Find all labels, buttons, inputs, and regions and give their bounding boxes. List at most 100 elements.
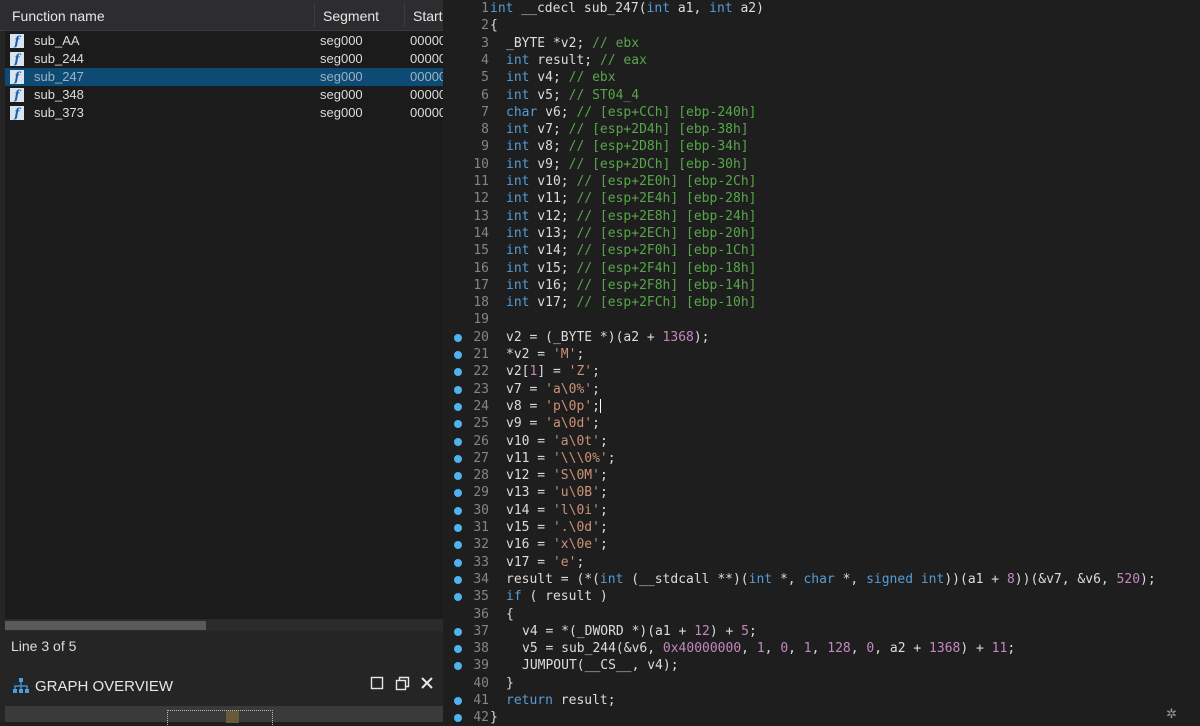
code-text: int v17; // [esp+2FCh] [ebp-10h] (506, 294, 756, 311)
code-line[interactable]: 33 v17 = 'e'; (443, 554, 1200, 571)
breakpoint-dot[interactable] (454, 593, 462, 602)
breakpoint-dot[interactable] (454, 575, 462, 584)
breakpoint-dot[interactable] (454, 420, 462, 429)
float-button[interactable] (391, 676, 413, 696)
code-line[interactable]: 32 v16 = 'x\0e'; (443, 536, 1200, 553)
code-line[interactable]: 3 _BYTE *v2; // ebx (443, 35, 1200, 52)
column-function-name[interactable]: Function name (12, 8, 105, 24)
breakpoint-dot[interactable] (454, 714, 462, 723)
code-line[interactable]: 41 return result; (443, 692, 1200, 709)
code-line[interactable]: 26 v10 = 'a\0t'; (443, 433, 1200, 450)
code-line[interactable]: 13 int v12; // [esp+2E8h] [ebp-24h] (443, 208, 1200, 225)
function-row[interactable]: f sub_AA seg000 00000 (5, 32, 443, 50)
code-token: , (788, 641, 804, 657)
line-status: Line 3 of 5 (11, 638, 77, 654)
column-divider[interactable] (404, 3, 405, 27)
graph-viewport-frame[interactable] (167, 710, 273, 725)
breakpoint-dot[interactable] (454, 333, 462, 342)
column-segment[interactable]: Segment (323, 8, 379, 24)
breakpoint-dot[interactable] (454, 697, 462, 705)
comment-token: // [esp+2F8h] [ebp-14h] (576, 277, 757, 293)
code-token: __cdecl sub_247( (513, 1, 647, 16)
code-text: v8 = 'p\0p'; (506, 398, 601, 415)
code-line[interactable]: 10 int v9; // [esp+2DCh] [ebp-30h] (443, 156, 1200, 173)
code-line[interactable]: 1 int __cdecl sub_247(int a1, int a2) (443, 0, 1200, 17)
code-line[interactable]: 29 v13 = 'u\0B'; (443, 484, 1200, 501)
breakpoint-dot[interactable] (454, 385, 462, 394)
breakpoint-dot[interactable] (454, 368, 462, 377)
code-token: { (490, 18, 498, 34)
code-line[interactable]: 16 int v15; // [esp+2F4h] [ebp-18h] (443, 260, 1200, 277)
code-line[interactable]: 39 JUMPOUT(__CS__, v4); (443, 657, 1200, 674)
maximize-button[interactable] (366, 676, 388, 696)
code-line[interactable]: 17 int v16; // [esp+2F8h] [ebp-14h] (443, 277, 1200, 294)
functions-list[interactable]: f sub_AA seg000 00000 f sub_244 seg000 00000 f su… (5, 31, 443, 619)
breakpoint-dot[interactable] (454, 627, 462, 636)
graph-overview-canvas[interactable] (5, 706, 443, 725)
code-text: v13 = 'u\0B'; (506, 484, 608, 501)
code-line[interactable]: 5 int v4; // ebx (443, 69, 1200, 86)
function-row[interactable]: f sub_244 seg000 00000 (5, 50, 443, 68)
breakpoint-dot[interactable] (454, 402, 462, 411)
function-start: 00000 (410, 105, 443, 120)
code-token: v15; (529, 260, 577, 276)
column-start[interactable]: Start (413, 8, 443, 24)
code-line[interactable]: 6 int v5; // ST04_4 (443, 87, 1200, 104)
column-divider[interactable] (314, 3, 315, 27)
code-line[interactable]: 22 v2[1] = 'Z'; (443, 363, 1200, 380)
comment-token: // ST04_4 (568, 87, 640, 103)
breakpoint-dot[interactable] (454, 351, 462, 359)
code-line[interactable]: 31 v15 = '.\0d'; (443, 519, 1200, 536)
code-line[interactable]: 11 int v10; // [esp+2E0h] [ebp-2Ch] (443, 173, 1200, 190)
breakpoint-dot[interactable] (454, 454, 462, 463)
code-line[interactable]: 7 char v6; // [esp+CCh] [ebp-240h] (443, 104, 1200, 121)
code-line[interactable]: 38 v5 = sub_244(&v6, 0x40000000, 1, 0, 1,… (443, 640, 1200, 657)
code-line[interactable]: 18 int v17; // [esp+2FCh] [ebp-10h] (443, 294, 1200, 311)
code-line[interactable]: 23 v7 = 'a\0%'; (443, 381, 1200, 398)
code-line[interactable]: 2{ (443, 17, 1200, 34)
code-line[interactable]: 25 v9 = 'a\0d'; (443, 415, 1200, 432)
breakpoint-dot[interactable] (454, 472, 462, 481)
breakpoint-dot[interactable] (454, 489, 462, 498)
code-line[interactable]: 14 int v13; // [esp+2ECh] [ebp-20h] (443, 225, 1200, 242)
breakpoint-dot[interactable] (454, 506, 462, 515)
code-line[interactable]: 40} (443, 675, 1200, 692)
horizontal-scrollbar[interactable] (5, 619, 443, 631)
code-line[interactable]: 15 int v14; // [esp+2F0h] [ebp-1Ch] (443, 242, 1200, 259)
breakpoint-dot[interactable] (454, 645, 462, 654)
function-row[interactable]: f sub_348 seg000 00000 (5, 86, 443, 104)
code-line[interactable]: 21 *v2 = 'M'; (443, 346, 1200, 363)
function-row[interactable]: f sub_373 seg000 00000 (5, 104, 443, 122)
breakpoint-dot[interactable] (454, 558, 462, 567)
string-token: 'p\0p' (545, 398, 593, 414)
code-text: } (490, 709, 498, 726)
code-line[interactable]: 19 (443, 311, 1200, 328)
code-line[interactable]: 4 int result; // eax (443, 52, 1200, 69)
close-button[interactable] (416, 676, 438, 696)
breakpoint-dot[interactable] (454, 541, 462, 550)
code-line[interactable]: 42} (443, 709, 1200, 726)
code-line[interactable]: 35 if ( result ) (443, 588, 1200, 605)
code-line[interactable]: 8 int v7; // [esp+2D4h] [ebp-38h] (443, 121, 1200, 138)
code-line[interactable]: 34 result = (*(int (__stdcall **)(int *, … (443, 571, 1200, 588)
code-text: int __cdecl sub_247(int a1, int a2) (490, 0, 764, 17)
line-number: 3 (481, 35, 489, 51)
number-token: 12 (694, 623, 710, 639)
code-line[interactable]: 30 v14 = 'l\0i'; (443, 502, 1200, 519)
function-row[interactable]: f sub_247 seg000 00000 (5, 68, 443, 86)
code-line[interactable]: 28 v12 = 'S\0M'; (443, 467, 1200, 484)
code-line[interactable]: 20 v2 = (_BYTE *)(a2 + 1368); (443, 329, 1200, 346)
code-line[interactable]: 9 int v8; // [esp+2D8h] [ebp-34h] (443, 138, 1200, 155)
breakpoint-dot[interactable] (454, 437, 462, 446)
code-line[interactable]: 36 { (443, 606, 1200, 623)
code-token: v6; (537, 104, 577, 120)
breakpoint-dot[interactable] (454, 662, 462, 671)
code-line[interactable]: 12 int v11; // [esp+2E4h] [ebp-28h] (443, 190, 1200, 207)
pseudocode-view[interactable]: 1 int __cdecl sub_247(int a1, int a2) 2{3 _… (443, 0, 1200, 725)
code-line[interactable]: 37 v4 = *(_DWORD *)(a1 + 12) + 5; (443, 623, 1200, 640)
code-line[interactable]: 24 v8 = 'p\0p'; (443, 398, 1200, 415)
breakpoint-dot[interactable] (454, 524, 462, 532)
code-text: int v4; // ebx (506, 69, 616, 86)
code-line[interactable]: 27 v11 = '\\\0%'; (443, 450, 1200, 467)
scrollbar-thumb[interactable] (5, 621, 206, 630)
